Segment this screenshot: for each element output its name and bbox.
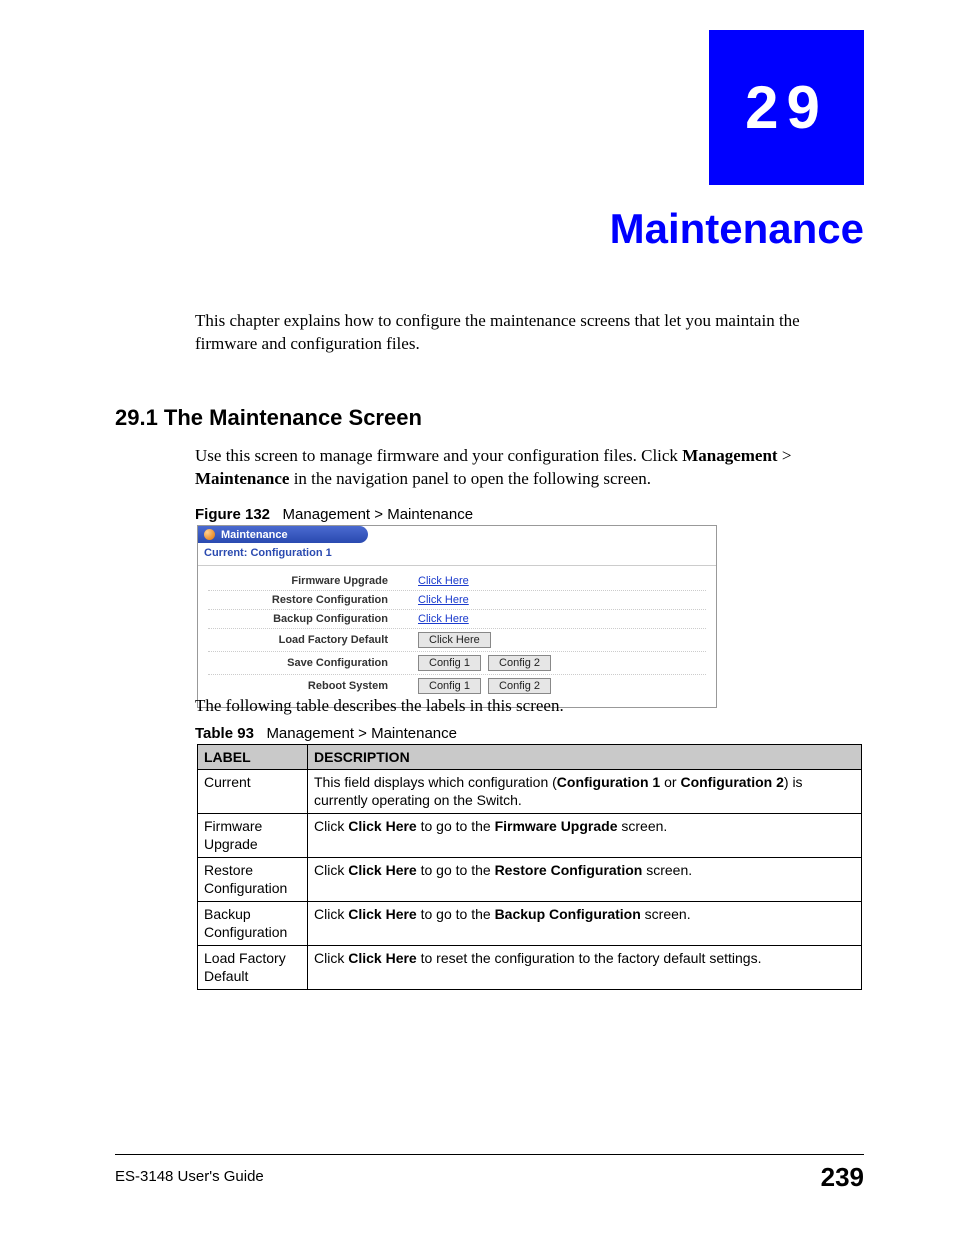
row-label: Backup Configuration: [208, 613, 418, 625]
td-desc: Click Click Here to go to the Backup Con…: [308, 902, 862, 946]
row-reboot-system: Reboot System Config 1 Config 2: [208, 675, 706, 697]
button-config2[interactable]: Config 2: [488, 655, 551, 671]
td-desc: Click Click Here to go to the Firmware U…: [308, 814, 862, 858]
th-label: LABEL: [198, 745, 308, 770]
bold: Backup Configuration: [495, 906, 641, 922]
row-backup-config: Backup Configuration Click Here: [208, 610, 706, 629]
nav-management: Management: [682, 446, 777, 465]
text: Use this screen to manage firmware and y…: [195, 446, 682, 465]
description-table: LABEL DESCRIPTION Current This field dis…: [197, 744, 862, 990]
figure-caption-text: Management > Maintenance: [283, 506, 474, 523]
section-body: Use this screen to manage firmware and y…: [195, 445, 864, 491]
bold: Configuration 1: [557, 774, 660, 790]
page-number: 239: [821, 1162, 864, 1193]
footer-guide: ES-3148 User's Guide: [115, 1168, 264, 1185]
text: screen.: [618, 818, 668, 834]
td-label: Firmware Upgrade: [198, 814, 308, 858]
section-heading: 29.1 The Maintenance Screen: [115, 405, 422, 431]
text: This field displays which configuration …: [314, 774, 557, 790]
text: Click: [314, 950, 348, 966]
text: Click: [314, 818, 348, 834]
nav-maintenance: Maintenance: [195, 469, 289, 488]
chapter-number: 29: [745, 73, 828, 142]
figure-caption: Figure 132 Management > Maintenance: [195, 506, 473, 523]
row-label: Restore Configuration: [208, 594, 418, 606]
table-caption-text: Management > Maintenance: [266, 725, 457, 742]
text: to reset the configuration to the factor…: [417, 950, 762, 966]
table-row: Load Factory Default Click Click Here to…: [198, 946, 862, 990]
figure-number: Figure 132: [195, 506, 270, 523]
row-label: Save Configuration: [208, 657, 418, 669]
screenshot-tab: Maintenance: [198, 526, 368, 543]
row-label: Firmware Upgrade: [208, 575, 418, 587]
row-restore-config: Restore Configuration Click Here: [208, 591, 706, 610]
bold: Configuration 2: [680, 774, 783, 790]
bold: Click Here: [348, 818, 416, 834]
row-load-factory-default: Load Factory Default Click Here: [208, 629, 706, 652]
row-label: Load Factory Default: [208, 634, 418, 646]
screenshot-rows: Firmware Upgrade Click Here Restore Conf…: [198, 565, 716, 707]
td-label: Load Factory Default: [198, 946, 308, 990]
row-save-config: Save Configuration Config 1 Config 2: [208, 652, 706, 675]
link-click-here[interactable]: Click Here: [418, 594, 469, 606]
td-desc: This field displays which configuration …: [308, 770, 862, 814]
bold: Click Here: [348, 906, 416, 922]
td-desc: Click Click Here to reset the configurat…: [308, 946, 862, 990]
button-config1[interactable]: Config 1: [418, 655, 481, 671]
td-label: Backup Configuration: [198, 902, 308, 946]
td-label: Current: [198, 770, 308, 814]
text: to go to the: [417, 906, 495, 922]
text: Click: [314, 862, 348, 878]
table-row: Firmware Upgrade Click Click Here to go …: [198, 814, 862, 858]
footer-rule: [115, 1154, 864, 1155]
table-header-row: LABEL DESCRIPTION: [198, 745, 862, 770]
text: screen.: [642, 862, 692, 878]
text: >: [778, 446, 792, 465]
text: to go to the: [417, 818, 495, 834]
page: 29 Maintenance This chapter explains how…: [0, 0, 954, 1235]
table-caption: Table 93 Management > Maintenance: [195, 725, 457, 742]
bold: Click Here: [348, 950, 416, 966]
bold: Firmware Upgrade: [495, 818, 618, 834]
text: screen.: [641, 906, 691, 922]
link-click-here[interactable]: Click Here: [418, 613, 469, 625]
link-click-here[interactable]: Click Here: [418, 575, 469, 587]
tab-label: Maintenance: [221, 529, 288, 541]
bold: Click Here: [348, 862, 416, 878]
button-config2[interactable]: Config 2: [488, 678, 551, 694]
figure-screenshot: Maintenance Current: Configuration 1 Fir…: [197, 525, 717, 708]
td-desc: Click Click Here to go to the Restore Co…: [308, 858, 862, 902]
table-row: Restore Configuration Click Click Here t…: [198, 858, 862, 902]
button-click-here[interactable]: Click Here: [418, 632, 491, 648]
row-label: Reboot System: [208, 680, 418, 692]
chapter-intro: This chapter explains how to configure t…: [195, 310, 864, 356]
row-firmware-upgrade: Firmware Upgrade Click Here: [208, 572, 706, 591]
td-label: Restore Configuration: [198, 858, 308, 902]
button-config1[interactable]: Config 1: [418, 678, 481, 694]
text: Click: [314, 906, 348, 922]
tab-dot-icon: [204, 529, 215, 540]
th-description: DESCRIPTION: [308, 745, 862, 770]
between-text: The following table describes the labels…: [195, 696, 864, 716]
text: or: [660, 774, 680, 790]
bold: Restore Configuration: [495, 862, 643, 878]
text: in the navigation panel to open the foll…: [289, 469, 651, 488]
chapter-title: Maintenance: [610, 205, 864, 253]
chapter-number-box: 29: [709, 30, 864, 185]
text: to go to the: [417, 862, 495, 878]
table-number: Table 93: [195, 725, 254, 742]
table-row: Current This field displays which config…: [198, 770, 862, 814]
current-config: Current: Configuration 1: [198, 543, 716, 565]
table-row: Backup Configuration Click Click Here to…: [198, 902, 862, 946]
